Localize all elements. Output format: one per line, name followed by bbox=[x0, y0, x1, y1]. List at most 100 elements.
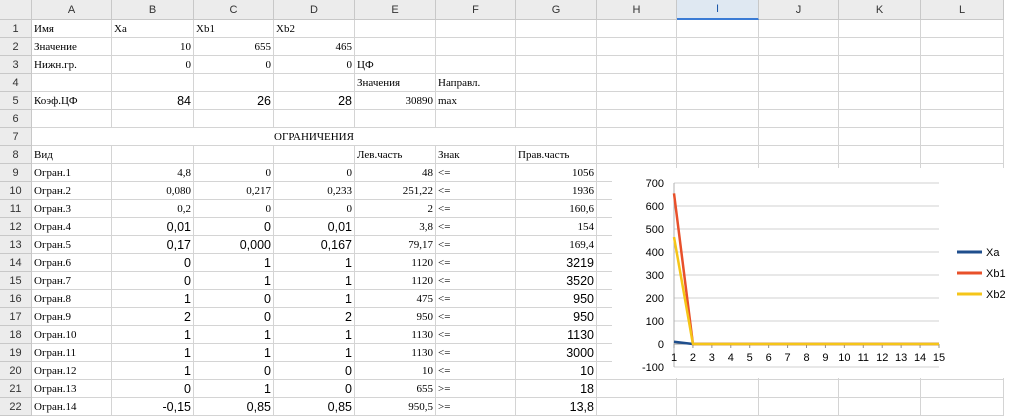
cell-g8[interactable]: Прав.часть bbox=[516, 146, 597, 164]
cell-h6[interactable] bbox=[597, 110, 677, 128]
cell-k22[interactable] bbox=[839, 398, 921, 416]
cell-f16[interactable]: <= bbox=[436, 290, 516, 308]
cell-d5[interactable]: 28 bbox=[274, 92, 355, 110]
column-header-g[interactable]: G bbox=[516, 0, 597, 20]
column-header-l[interactable]: L bbox=[921, 0, 1004, 20]
cell-l5[interactable] bbox=[921, 92, 1004, 110]
cell-i6[interactable] bbox=[677, 110, 759, 128]
cell-f10[interactable]: <= bbox=[436, 182, 516, 200]
cell-c20[interactable]: 0 bbox=[194, 362, 274, 380]
cell-d4[interactable] bbox=[274, 74, 355, 92]
cell-c12[interactable]: 0 bbox=[194, 218, 274, 236]
cell-e2[interactable] bbox=[355, 38, 436, 56]
cell-a19[interactable]: Огран.11 bbox=[32, 344, 112, 362]
cell-b10[interactable]: 0,080 bbox=[112, 182, 194, 200]
cell-l7[interactable] bbox=[921, 128, 1004, 146]
cell-i4[interactable] bbox=[677, 74, 759, 92]
cell-g5[interactable] bbox=[516, 92, 597, 110]
cell-c17[interactable]: 0 bbox=[194, 308, 274, 326]
cell-k2[interactable] bbox=[839, 38, 921, 56]
row-header-6[interactable]: 6 bbox=[0, 110, 32, 128]
cell-k3[interactable] bbox=[839, 56, 921, 74]
cell-c22[interactable]: 0,85 bbox=[194, 398, 274, 416]
cell-b17[interactable]: 2 bbox=[112, 308, 194, 326]
cell-j7[interactable] bbox=[759, 128, 839, 146]
cell-b21[interactable]: 0 bbox=[112, 380, 194, 398]
cell-h3[interactable] bbox=[597, 56, 677, 74]
cell-f3[interactable] bbox=[436, 56, 516, 74]
row-header-20[interactable]: 20 bbox=[0, 362, 32, 380]
cell-e5[interactable]: 30890 bbox=[355, 92, 436, 110]
row-header-8[interactable]: 8 bbox=[0, 146, 32, 164]
row-header-2[interactable]: 2 bbox=[0, 38, 32, 56]
cell-a2[interactable]: Значение bbox=[32, 38, 112, 56]
column-header-f[interactable]: F bbox=[436, 0, 516, 20]
cell-c16[interactable]: 0 bbox=[194, 290, 274, 308]
row-header-4[interactable]: 4 bbox=[0, 74, 32, 92]
cell-f18[interactable]: <= bbox=[436, 326, 516, 344]
cell-l4[interactable] bbox=[921, 74, 1004, 92]
cell-a21[interactable]: Огран.13 bbox=[32, 380, 112, 398]
cell-b3[interactable]: 0 bbox=[112, 56, 194, 74]
cell-j5[interactable] bbox=[759, 92, 839, 110]
cell-g18[interactable]: 1130 bbox=[516, 326, 597, 344]
cell-c9[interactable]: 0 bbox=[194, 164, 274, 182]
cell-l1[interactable] bbox=[921, 20, 1004, 38]
cell-f4[interactable]: Направл. bbox=[436, 74, 516, 92]
cell-g19[interactable]: 3000 bbox=[516, 344, 597, 362]
row-header-9[interactable]: 9 bbox=[0, 164, 32, 182]
cell-f19[interactable]: <= bbox=[436, 344, 516, 362]
cell-g2[interactable] bbox=[516, 38, 597, 56]
cell-a20[interactable]: Огран.12 bbox=[32, 362, 112, 380]
cell-h2[interactable] bbox=[597, 38, 677, 56]
cell-c4[interactable] bbox=[194, 74, 274, 92]
cell-b16[interactable]: 1 bbox=[112, 290, 194, 308]
column-header-j[interactable]: J bbox=[759, 0, 839, 20]
cell-l8[interactable] bbox=[921, 146, 1004, 164]
cell-j1[interactable] bbox=[759, 20, 839, 38]
cell-b8[interactable] bbox=[112, 146, 194, 164]
cell-j8[interactable] bbox=[759, 146, 839, 164]
cell-k6[interactable] bbox=[839, 110, 921, 128]
cell-d9[interactable]: 0 bbox=[274, 164, 355, 182]
cell-b5[interactable]: 84 bbox=[112, 92, 194, 110]
column-header-c[interactable]: C bbox=[194, 0, 274, 20]
cell-d20[interactable]: 0 bbox=[274, 362, 355, 380]
cell-f9[interactable]: <= bbox=[436, 164, 516, 182]
cell-d17[interactable]: 2 bbox=[274, 308, 355, 326]
cell-e16[interactable]: 475 bbox=[355, 290, 436, 308]
line-chart[interactable]: 7006005004003002001000-100 1 2 3 4 5 6 7 8 9 10 11… bbox=[612, 168, 1032, 378]
cell-a3[interactable]: Нижн.гр. bbox=[32, 56, 112, 74]
cell-i3[interactable] bbox=[677, 56, 759, 74]
cell-a4[interactable] bbox=[32, 74, 112, 92]
cell-g22[interactable]: 13,8 bbox=[516, 398, 597, 416]
cell-c14[interactable]: 1 bbox=[194, 254, 274, 272]
cell-f2[interactable] bbox=[436, 38, 516, 56]
cell-d11[interactable]: 0 bbox=[274, 200, 355, 218]
cell-f21[interactable]: >= bbox=[436, 380, 516, 398]
row-header-3[interactable]: 3 bbox=[0, 56, 32, 74]
cell-d21[interactable]: 0 bbox=[274, 380, 355, 398]
cell-h1[interactable] bbox=[597, 20, 677, 38]
cell-e4[interactable]: Значения bbox=[355, 74, 436, 92]
cell-b20[interactable]: 1 bbox=[112, 362, 194, 380]
cell-a14[interactable]: Огран.6 bbox=[32, 254, 112, 272]
cell-k21[interactable] bbox=[839, 380, 921, 398]
cell-i2[interactable] bbox=[677, 38, 759, 56]
cell-h5[interactable] bbox=[597, 92, 677, 110]
cell-f22[interactable]: >= bbox=[436, 398, 516, 416]
cell-a7[interactable]: ОГРАНИЧЕНИЯ bbox=[32, 128, 597, 146]
cell-a15[interactable]: Огран.7 bbox=[32, 272, 112, 290]
cell-g15[interactable]: 3520 bbox=[516, 272, 597, 290]
select-all-corner[interactable] bbox=[0, 0, 32, 20]
cell-a5[interactable]: Коэф.ЦФ bbox=[32, 92, 112, 110]
cell-c21[interactable]: 1 bbox=[194, 380, 274, 398]
cell-e1[interactable] bbox=[355, 20, 436, 38]
cell-j21[interactable] bbox=[759, 380, 839, 398]
cell-f1[interactable] bbox=[436, 20, 516, 38]
cell-d22[interactable]: 0,85 bbox=[274, 398, 355, 416]
cell-c13[interactable]: 0,000 bbox=[194, 236, 274, 254]
cell-i22[interactable] bbox=[677, 398, 759, 416]
cell-e11[interactable]: 2 bbox=[355, 200, 436, 218]
cell-d10[interactable]: 0,233 bbox=[274, 182, 355, 200]
